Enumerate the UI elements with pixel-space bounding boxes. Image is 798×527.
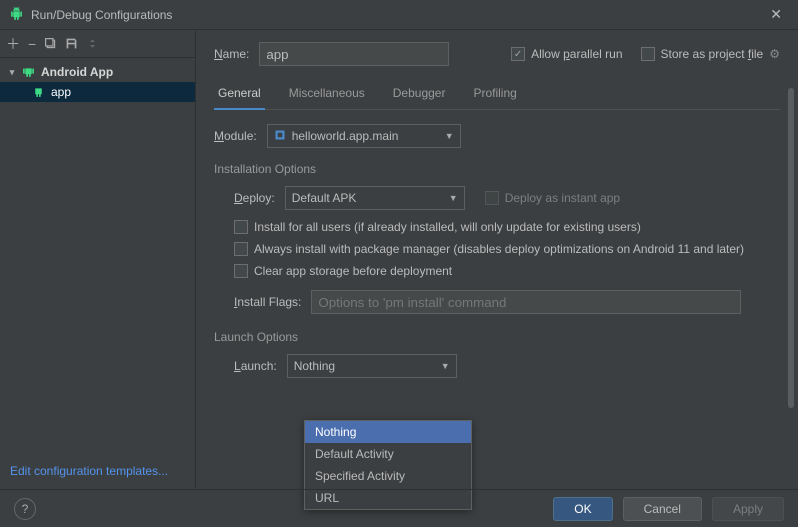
config-tree: ▾ Android App app bbox=[0, 58, 195, 454]
launch-section-title: Launch Options bbox=[214, 330, 780, 344]
deploy-dropdown[interactable]: Default APK ▼ bbox=[285, 186, 465, 210]
launch-dropdown[interactable]: Nothing ▼ bbox=[287, 354, 457, 378]
scrollbar[interactable] bbox=[788, 88, 794, 468]
android-icon bbox=[22, 64, 35, 80]
launch-label: Launch: bbox=[234, 359, 277, 373]
sidebar-toolbar: ＋ − bbox=[0, 30, 195, 58]
pkg-mgr-checkbox[interactable]: Always install with package manager (dis… bbox=[234, 242, 744, 256]
launch-option-nothing[interactable]: Nothing bbox=[305, 421, 471, 443]
scrollbar-thumb[interactable] bbox=[788, 88, 794, 408]
instant-app-label: Deploy as instant app bbox=[505, 191, 620, 205]
tree-item-app[interactable]: app bbox=[0, 82, 195, 102]
installation-section-title: Installation Options bbox=[214, 162, 780, 176]
checkbox-icon bbox=[234, 220, 248, 234]
android-icon bbox=[10, 7, 23, 23]
launch-option-default-activity[interactable]: Default Activity bbox=[305, 443, 471, 465]
allow-parallel-checkbox[interactable]: ✓ Allow parallel run bbox=[511, 47, 622, 61]
checkbox-icon bbox=[641, 47, 655, 61]
clear-storage-label: Clear app storage before deployment bbox=[254, 264, 452, 278]
tree-item-label: app bbox=[51, 85, 71, 99]
store-project-checkbox[interactable]: Store as project file bbox=[641, 47, 764, 61]
tree-category-android[interactable]: ▾ Android App bbox=[0, 62, 195, 82]
chevron-down-icon: ▾ bbox=[6, 67, 18, 78]
deploy-value: Default APK bbox=[292, 191, 357, 205]
ok-button[interactable]: OK bbox=[553, 497, 612, 521]
module-label: Module: bbox=[214, 129, 257, 143]
checkbox-icon bbox=[234, 242, 248, 256]
launch-value: Nothing bbox=[294, 359, 335, 373]
checkbox-checked-icon: ✓ bbox=[511, 47, 525, 61]
deploy-label: Deploy: bbox=[234, 191, 275, 205]
name-label: Name: bbox=[214, 47, 249, 61]
save-icon[interactable] bbox=[65, 37, 78, 50]
titlebar: Run/Debug Configurations ✕ bbox=[0, 0, 798, 30]
tree-category-label: Android App bbox=[41, 65, 113, 79]
sidebar: ＋ − ▾ Android App app Edit configuration… bbox=[0, 30, 196, 488]
clear-storage-checkbox[interactable]: Clear app storage before deployment bbox=[234, 264, 452, 278]
close-icon[interactable]: ✕ bbox=[764, 4, 788, 25]
move-up-down-icon[interactable] bbox=[86, 37, 99, 50]
module-icon bbox=[274, 129, 286, 144]
copy-icon[interactable] bbox=[44, 37, 57, 50]
tabs: General Miscellaneous Debugger Profiling bbox=[214, 80, 780, 110]
install-all-users-checkbox[interactable]: Install for all users (if already instal… bbox=[234, 220, 641, 234]
module-value: helloworld.app.main bbox=[292, 129, 399, 143]
tab-general[interactable]: General bbox=[214, 80, 265, 110]
add-icon[interactable]: ＋ bbox=[6, 34, 20, 54]
instant-app-checkbox: Deploy as instant app bbox=[485, 191, 620, 205]
install-flags-label: Install Flags: bbox=[234, 295, 301, 309]
edit-templates-link[interactable]: Edit configuration templates... bbox=[0, 454, 195, 488]
chevron-down-icon: ▼ bbox=[445, 131, 454, 141]
gear-icon[interactable]: ⚙ bbox=[769, 47, 780, 61]
content: Name: ✓ Allow parallel run Store as proj… bbox=[196, 30, 798, 488]
android-icon bbox=[32, 84, 45, 100]
apply-button[interactable]: Apply bbox=[712, 497, 784, 521]
name-input[interactable] bbox=[259, 42, 449, 66]
tab-profiling[interactable]: Profiling bbox=[469, 80, 520, 109]
pkg-mgr-label: Always install with package manager (dis… bbox=[254, 242, 744, 256]
footer: ? OK Cancel Apply bbox=[0, 489, 798, 527]
tab-miscellaneous[interactable]: Miscellaneous bbox=[285, 80, 369, 109]
install-all-users-label: Install for all users (if already instal… bbox=[254, 220, 641, 234]
store-project-label: Store as project file bbox=[661, 47, 764, 61]
install-flags-input[interactable] bbox=[311, 290, 741, 314]
chevron-down-icon: ▼ bbox=[441, 361, 450, 371]
checkbox-icon bbox=[234, 264, 248, 278]
window-title: Run/Debug Configurations bbox=[31, 8, 764, 22]
cancel-button[interactable]: Cancel bbox=[623, 497, 702, 521]
chevron-down-icon: ▼ bbox=[449, 193, 458, 203]
allow-parallel-label: Allow parallel run bbox=[531, 47, 622, 61]
checkbox-icon bbox=[485, 191, 499, 205]
remove-icon[interactable]: − bbox=[28, 36, 36, 52]
tab-debugger[interactable]: Debugger bbox=[389, 80, 450, 109]
launch-option-specified-activity[interactable]: Specified Activity bbox=[305, 465, 471, 487]
module-dropdown[interactable]: helloworld.app.main ▼ bbox=[267, 124, 461, 148]
help-icon[interactable]: ? bbox=[14, 498, 36, 520]
